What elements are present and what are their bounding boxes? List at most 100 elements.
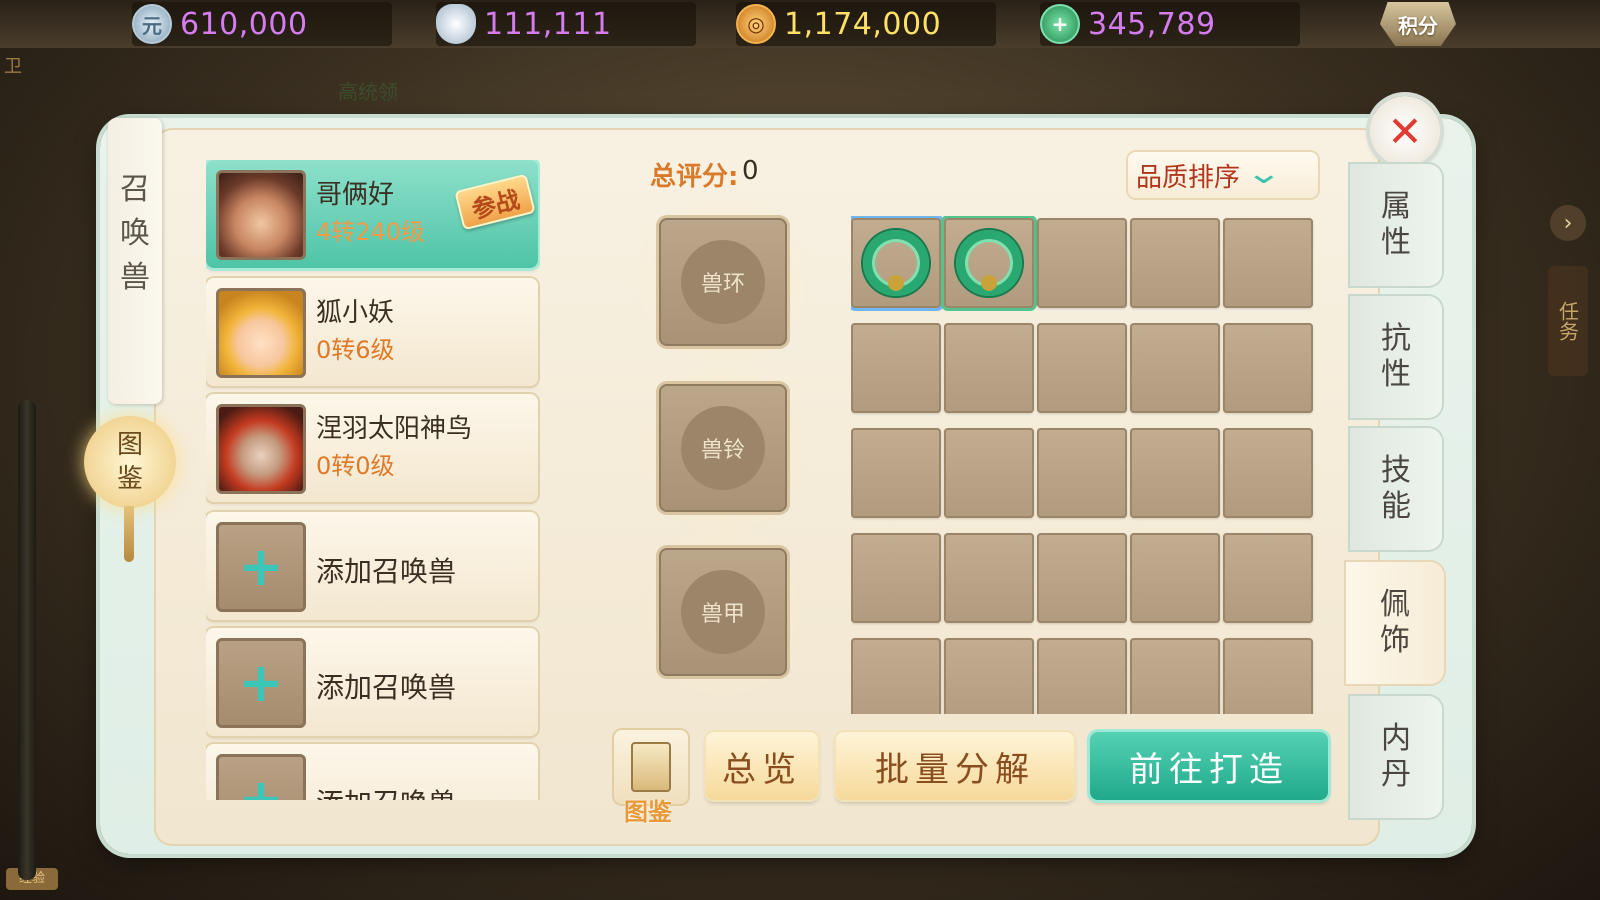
inventory-cell[interactable] — [1130, 638, 1220, 714]
lantern-char: 鉴 — [116, 464, 143, 494]
add-pet-card[interactable]: + 添加召唤兽 — [206, 628, 538, 736]
tab-skills[interactable]: 技能 — [1350, 428, 1442, 550]
accessory-grid — [851, 216, 1315, 714]
currency-value: 1,174,000 — [784, 6, 942, 42]
pet-avatar — [216, 404, 306, 494]
tab-char: 饰 — [1380, 623, 1410, 658]
go-forge-button[interactable]: 前往打造 — [1090, 732, 1328, 800]
equip-slot-ring[interactable]: 兽环 — [659, 218, 787, 346]
inventory-cell[interactable] — [1223, 638, 1313, 714]
inventory-cell[interactable] — [1130, 533, 1220, 623]
add-pet-label: 添加召唤兽 — [316, 555, 457, 588]
decor-rod — [18, 400, 36, 880]
inventory-cell[interactable] — [944, 533, 1034, 623]
silver-ingot-icon — [436, 4, 476, 44]
tab-char: 属 — [1381, 189, 1411, 224]
inventory-cell[interactable] — [1130, 323, 1220, 413]
equip-slot-armor[interactable]: 兽甲 — [659, 548, 787, 676]
currency-copper[interactable]: ◎ 1,174,000 — [736, 2, 996, 46]
inventory-cell[interactable] — [1130, 428, 1220, 518]
pet-name: 哥俩好 — [316, 180, 395, 210]
slot-label: 兽铃 — [681, 406, 765, 490]
plus-icon: + — [238, 651, 284, 714]
inventory-cell[interactable] — [1037, 533, 1127, 623]
pet-card[interactable]: 哥俩好 4转240级 参战 — [206, 160, 538, 268]
inventory-cell[interactable] — [851, 218, 941, 308]
add-pet-label: 添加召唤兽 — [316, 782, 456, 800]
inventory-cell[interactable] — [1037, 638, 1127, 714]
lantern-char: 图 — [116, 430, 143, 460]
pet-level: 0转6级 — [316, 336, 395, 364]
yuanbao-icon: 元 — [132, 4, 172, 44]
tab-char: 性 — [1381, 225, 1411, 260]
inventory-cell[interactable] — [851, 323, 941, 413]
title-char: 兽 — [120, 260, 150, 295]
tab-inner-core[interactable]: 内丹 — [1350, 696, 1442, 818]
chevron-down-icon: ⌄ — [1245, 156, 1283, 191]
currency-value: 610,000 — [180, 6, 308, 42]
inventory-cell[interactable] — [1130, 218, 1220, 308]
inventory-cell[interactable] — [851, 428, 941, 518]
inventory-cell[interactable] — [1037, 218, 1127, 308]
inventory-cell[interactable] — [1037, 323, 1127, 413]
inventory-cell[interactable] — [1223, 428, 1313, 518]
tab-char: 抗 — [1381, 321, 1411, 356]
tab-char: 性 — [1381, 357, 1411, 392]
sort-label: 品质排序 — [1136, 162, 1241, 193]
close-icon: ✕ — [1387, 106, 1423, 156]
panel-title-scroll: 召 唤 兽 — [108, 118, 162, 404]
battle-badge: 参战 — [454, 173, 536, 231]
inventory-cell[interactable] — [851, 533, 941, 623]
pet-card[interactable]: 狐小妖 0转6级 — [206, 278, 538, 386]
currency-jade[interactable]: + 345,789 — [1040, 2, 1300, 46]
add-pet-card[interactable]: + 添加召唤兽 — [206, 512, 538, 620]
chevron-right-icon[interactable]: › — [1550, 205, 1586, 241]
close-button[interactable]: ✕ — [1370, 96, 1440, 166]
tab-char: 丹 — [1381, 757, 1411, 792]
tab-accessories[interactable]: 佩饰 — [1346, 562, 1444, 684]
slot-label: 兽环 — [681, 240, 765, 324]
title-char: 召 — [120, 172, 150, 207]
inventory-cell[interactable] — [1223, 323, 1313, 413]
add-pet-card[interactable]: + 添加召唤兽 — [206, 744, 538, 800]
copper-coin-icon: ◎ — [736, 4, 776, 44]
inventory-cell[interactable] — [944, 428, 1034, 518]
equip-slot-bell[interactable]: 兽铃 — [659, 384, 787, 512]
tab-char: 能 — [1381, 489, 1411, 524]
currency-silver[interactable]: 111,111 — [436, 2, 696, 46]
inventory-cell[interactable] — [944, 323, 1034, 413]
overview-button[interactable]: 总览 — [706, 732, 818, 800]
sort-dropdown[interactable]: 品质排序 ⌄ — [1128, 152, 1318, 198]
inventory-cell[interactable] — [1223, 533, 1313, 623]
inventory-cell[interactable] — [851, 638, 941, 714]
atlas-lantern-button[interactable]: 图 鉴 — [84, 416, 176, 508]
slot-label: 兽甲 — [681, 570, 765, 654]
inventory-cell[interactable] — [1037, 428, 1127, 518]
jifen-button[interactable]: 积分 — [1380, 2, 1456, 46]
inventory-cell[interactable] — [1223, 218, 1313, 308]
pet-card[interactable]: 涅羽太阳神鸟 0转0级 — [206, 394, 538, 502]
pet-avatar — [216, 170, 306, 260]
currency-yuanbao[interactable]: 元 610,000 — [132, 2, 392, 46]
pet-name: 狐小妖 — [316, 298, 395, 328]
inventory-cell[interactable] — [944, 218, 1034, 308]
jade-plus-icon: + — [1040, 4, 1080, 44]
inventory-cell[interactable] — [944, 638, 1034, 714]
add-pet-label: 添加召唤兽 — [316, 671, 457, 704]
tassel-decor — [124, 506, 134, 562]
task-hint[interactable]: 任务 — [1548, 266, 1588, 376]
score-value: 0 — [742, 156, 759, 186]
npc-name: 高统领 — [338, 80, 398, 104]
atlas-label: 图鉴 — [624, 798, 672, 826]
batch-decompose-button[interactable]: 批量分解 — [836, 732, 1074, 800]
book-icon — [631, 742, 671, 792]
score-label: 总评分: — [650, 162, 739, 192]
tab-attributes[interactable]: 属性 — [1350, 164, 1442, 286]
currency-value: 345,789 — [1088, 6, 1216, 42]
pet-level: 0转0级 — [316, 452, 395, 480]
currency-bar: 元 610,000 111,111 ◎ 1,174,000 + 345,789 … — [0, 0, 1600, 48]
tab-resistance[interactable]: 抗性 — [1350, 296, 1442, 418]
laurel-wreath-icon — [863, 230, 929, 296]
add-slot: + — [216, 754, 306, 800]
pet-list[interactable]: 哥俩好 4转240级 参战 狐小妖 0转6级 涅羽太阳神鸟 0转0级 + 添加召… — [206, 160, 540, 800]
